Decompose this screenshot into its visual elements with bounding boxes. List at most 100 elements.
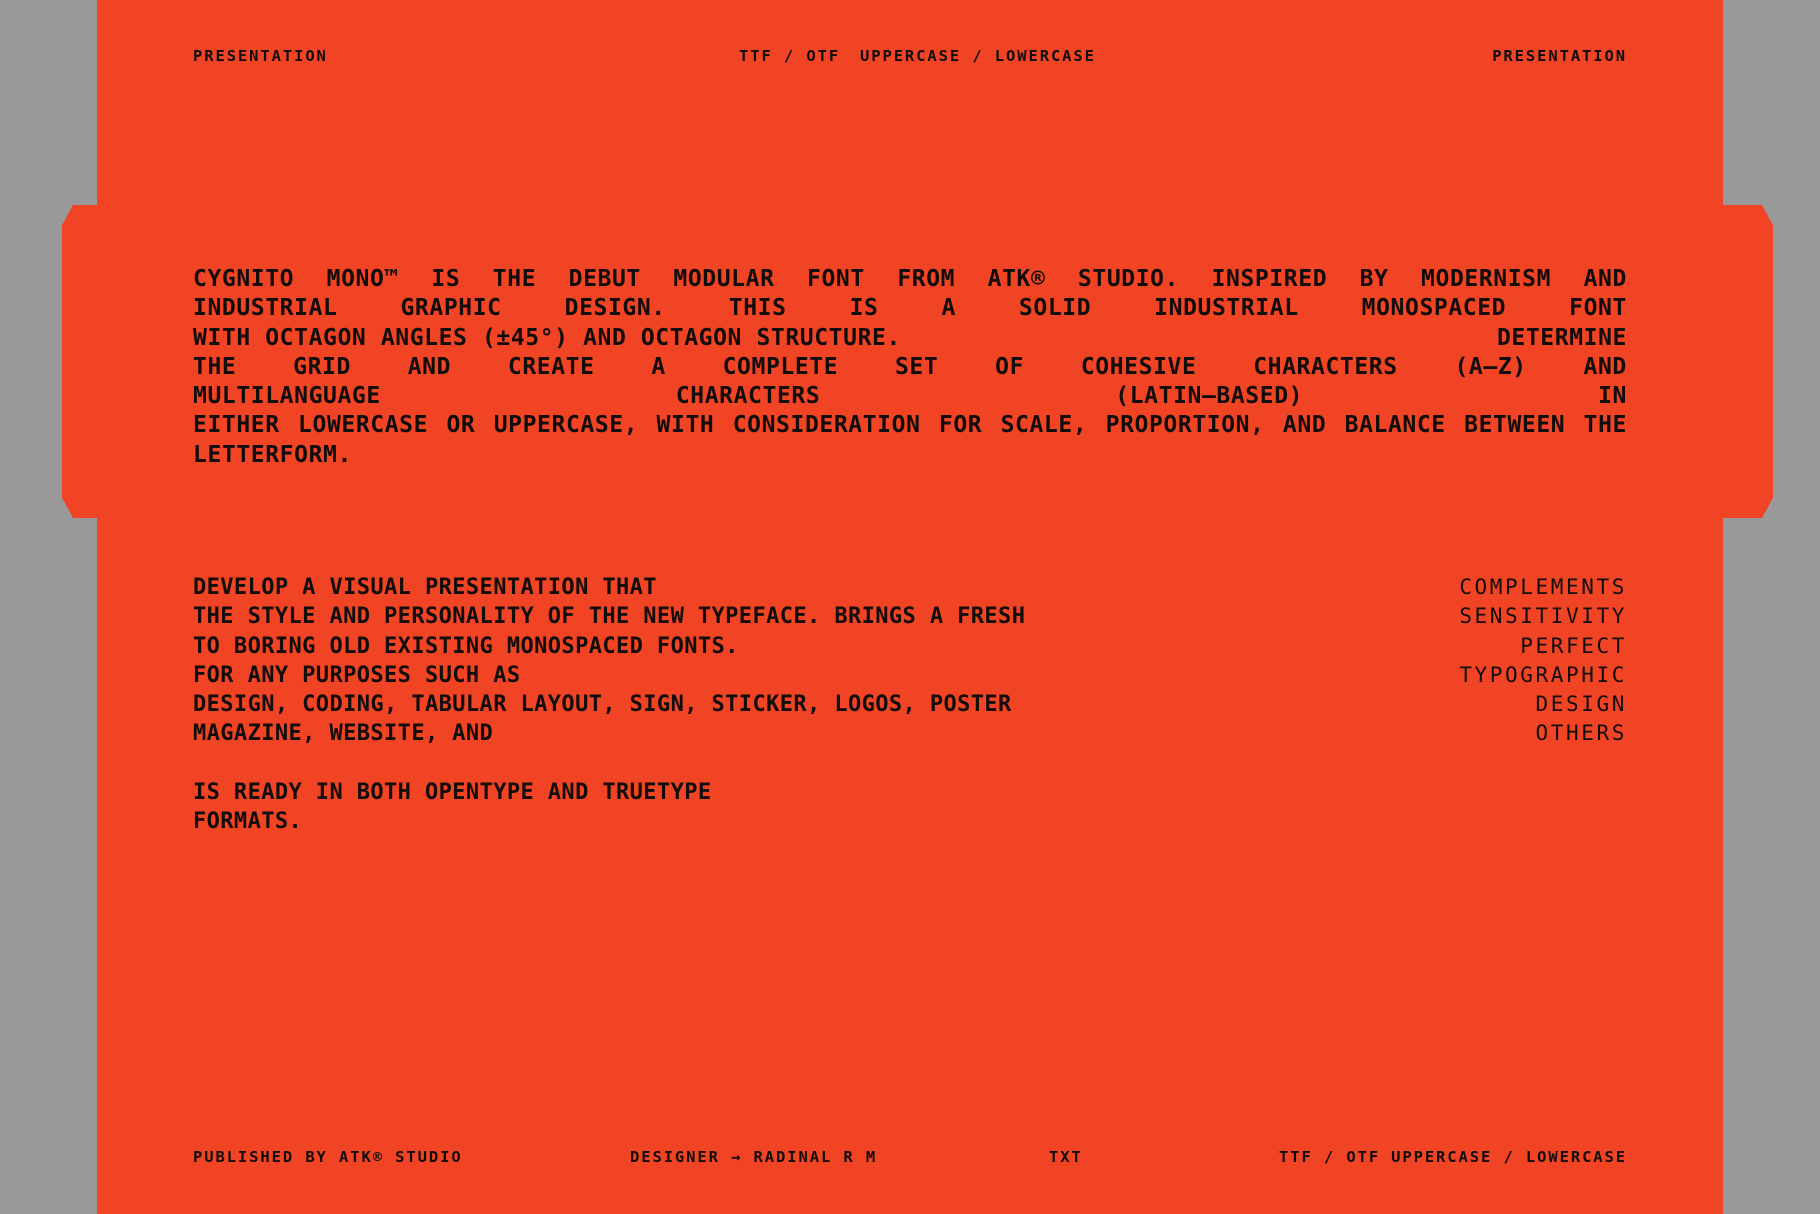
body-row: DEVELOP A VISUAL PRESENTATION THAT COMPLE… [193,573,1627,602]
hero-word: LOWERCASE [298,412,429,439]
body-row-right-text: TYPOGRAPHIC [1459,662,1627,687]
hero-word: EITHER [193,412,280,439]
hero-word: CYGNITO [193,266,295,292]
hero-word: MODULAR [673,266,775,292]
hero-word: GRAPHIC [400,295,502,322]
body-row: TO BORING OLD EXISTING MONOSPACED FONTS.… [193,632,1627,661]
hero-word: CONSIDERATION [732,412,921,439]
hero-word: IN [1598,383,1627,410]
hero-word: FONT [807,266,865,292]
hero-word: PROPORTION, [1105,412,1265,439]
footer-txt-label: TXT [1049,1148,1083,1166]
hero-word: BALANCE [1344,412,1446,439]
hero-word: STUDIO. [1077,266,1180,292]
hero-word: INDUSTRIAL [193,295,338,322]
body-row-right-text: PERFECT [1520,633,1627,658]
hero-line-right: DETERMINE [1496,324,1627,351]
hero-word: ATK® [987,266,1046,292]
hero-word: DEBUT [568,266,641,292]
hero-word: INSPIRED [1211,266,1328,292]
header-format-label: TTF / OTF [739,47,841,65]
hero-word: FONT [1569,295,1627,322]
body-row-left-text: THE STYLE AND PERSONALITY OF THE NEW TYP… [193,604,1026,630]
hero-word: INDUSTRIAL [1154,295,1299,322]
hero-word: THE [492,266,537,292]
hero-line-left: WITH OCTAGON ANGLES (±45°) AND OCTAGON S… [193,324,901,351]
body-row: IS READY IN BOTH OPENTYPE AND TRUETYPE [193,778,1627,807]
hero-word: A [651,353,666,380]
hero-line: EITHER LOWERCASE OR UPPERCASE, WITH CONSIDERA… [193,411,1627,440]
hero-word: (A–Z) [1454,353,1527,380]
hero-word: BY [1359,266,1389,292]
body-closing-text: FORMATS. [193,809,303,835]
body-row: FORMATS. [193,807,1627,836]
hero-word: FOR [938,412,983,439]
footer-designer-label: DESIGNER → RADINAL R M [630,1148,878,1166]
hero-word: A [941,295,956,322]
hero-word: SOLID [1018,295,1092,322]
hero-word: THIS [728,295,787,322]
body-row-right-text: COMPLEMENTS [1459,575,1627,599]
hero-word: AND [1282,412,1327,439]
hero-line: LETTERFORM. [193,441,352,468]
hero-word: SCALE, [1000,412,1088,439]
hero-word: WITH [656,412,715,439]
header-right-label: PRESENTATION [1492,47,1627,65]
hero-word: MODERNISM [1421,266,1552,292]
body-closing-text: IS READY IN BOTH OPENTYPE AND TRUETYPE [193,780,712,806]
hero-word: MULTILANGUAGE [193,383,381,410]
hero-word: SET [894,353,939,380]
body-row: MAGAZINE, WEBSITE, AND OTHERS [193,719,1627,748]
hero-paragraph: CYGNITO MONO™ IS THE DEBUT MODULAR FONT FROM ATK… [193,265,1627,470]
poster-content: PRESENTATION TTF / OTF UPPERCASE / LOWER… [193,0,1627,1214]
sheet-right-tab [1723,205,1773,518]
hero-line: THE GRID AND CREATE A COMPLETE SET OF COHESIVE CH… [193,353,1627,382]
header-left-label: PRESENTATION [193,47,328,65]
body-row: DESIGN, CODING, TABULAR LAYOUT, SIGN, ST… [193,690,1627,719]
body-row-left-text: DEVELOP A VISUAL PRESENTATION THAT [193,575,657,600]
hero-word: COMPLETE [722,353,839,380]
hero-word: (LATIN–BASED) [1115,383,1304,410]
body-row-left-text: MAGAZINE, WEBSITE, AND [193,721,494,747]
hero-line: WITH OCTAGON ANGLES (±45°) AND OCTAGON S… [193,324,1627,353]
body-row: THE STYLE AND PERSONALITY OF THE NEW TYP… [193,602,1627,631]
hero-word: IS [431,266,461,292]
hero-word: THE [1583,412,1627,439]
header-bar: PRESENTATION TTF / OTF UPPERCASE / LOWER… [193,45,1627,67]
hero-word: GRID [293,353,351,380]
hero-word: DESIGN. [564,295,666,322]
hero-word: AND [1583,266,1627,292]
header-case-label: UPPERCASE / LOWERCASE [860,47,1096,65]
footer-publisher-label: PUBLISHED BY ATK® STUDIO [193,1148,463,1166]
body-row: FOR ANY PURPOSES SUCH AS TYPOGRAPHIC [193,661,1627,690]
hero-word: OF [995,353,1025,380]
body-row-left-text: TO BORING OLD EXISTING MONOSPACED FONTS. [193,633,739,659]
hero-word: CHARACTERS [675,383,821,410]
hero-line: MULTILANGUAGE CHARACTERS (LATIN–BASED) IN [193,382,1627,411]
hero-word: AND [1583,353,1627,380]
poster-canvas: PRESENTATION TTF / OTF UPPERCASE / LOWER… [0,0,1820,1214]
body-row-right-text: OTHERS [1535,721,1627,746]
hero-word: CHARACTERS [1253,353,1398,380]
hero-line: INDUSTRIAL GRAPHIC DESIGN. THIS IS A SOLID INDU… [193,294,1627,323]
hero-word: UPPERCASE, [493,412,639,439]
body-row-left-text: FOR ANY PURPOSES SUCH AS [193,662,521,688]
body-row-right-text: SENSITIVITY [1459,604,1627,629]
hero-word: FROM [897,266,956,292]
body-text-block: DEVELOP A VISUAL PRESENTATION THAT COMPLE… [193,573,1627,837]
body-row-right-text: DESIGN [1535,692,1627,717]
footer-case-label: UPPERCASE / LOWERCASE [1391,1148,1627,1166]
hero-word: OR [446,412,476,439]
hero-word: BETWEEN [1464,412,1566,439]
hero-word: COHESIVE [1080,353,1197,380]
hero-word: MONO™ [326,266,399,292]
hero-word: AND [407,353,452,380]
footer-bar: PUBLISHED BY ATK® STUDIO DESIGNER → RADI… [193,1146,1627,1168]
body-row-left-text: DESIGN, CODING, TABULAR LAYOUT, SIGN, ST… [193,692,1012,718]
hero-word: THE [193,353,237,380]
footer-format-label: TTF / OTF [1279,1148,1381,1166]
hero-word: CREATE [507,353,595,380]
hero-word: IS [849,295,879,322]
hero-word: MONOSPACED [1361,295,1507,322]
